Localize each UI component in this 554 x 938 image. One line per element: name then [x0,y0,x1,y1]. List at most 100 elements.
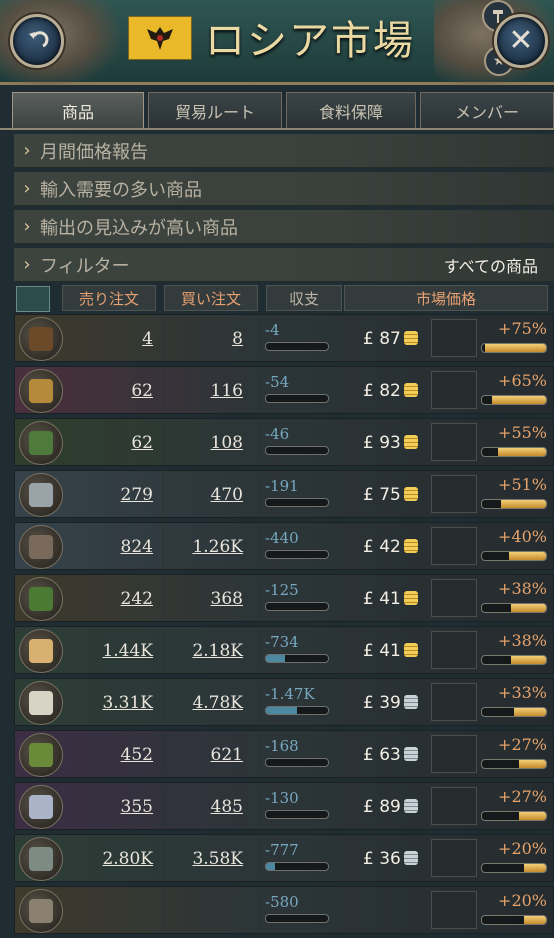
buy-orders-value[interactable]: 4.78K [165,693,243,713]
price-history-slot[interactable] [431,423,477,461]
buy-orders-value[interactable]: 1.26K [165,537,243,557]
price-change-percent: +38% [498,579,547,598]
clothes-icon[interactable] [19,681,63,725]
price-change-bar-fill [519,812,546,820]
price-change-percent: +38% [498,631,547,650]
section-export-prospects[interactable]: › 輸出の見込みが高い商品 [14,210,554,244]
sell-orders-value[interactable]: 1.44K [75,641,153,661]
sell-orders-value[interactable]: 242 [75,589,153,609]
steel-icon[interactable] [19,473,63,517]
price-change-percent: +27% [498,787,547,806]
select-all-icon[interactable] [16,286,50,312]
buy-orders-value[interactable]: 8 [165,329,243,349]
filter-value[interactable]: すべての商品 [444,253,538,277]
iron-icon[interactable] [19,525,63,569]
tab-goods[interactable]: 商品 [12,92,144,128]
tools-icon[interactable] [19,421,63,465]
close-button[interactable]: ✕ [494,14,548,68]
col-market-price[interactable]: 市場価格 [344,285,548,311]
goods-row[interactable]: 452 621 -168 £ 63 +27% [14,730,554,778]
buy-orders-value[interactable]: 2.18K [165,641,243,661]
sell-orders-value[interactable]: 279 [75,485,153,505]
goods-row[interactable]: 1.44K 2.18K -734 £ 41 +38% [14,626,554,674]
tab-members[interactable]: メンバー [420,92,554,128]
price-history-slot[interactable] [431,475,477,513]
price-history-slot[interactable] [431,527,477,565]
price-history-slot[interactable] [431,839,477,877]
paper-icon[interactable] [19,629,63,673]
column-header: 売り注文 買い注文 収支 市場価格 [14,285,554,312]
balance-cell: -46 [265,425,335,455]
goods-row[interactable]: 2.80K 3.58K -777 £ 36 +20% [14,834,554,882]
price-change-percent: +20% [498,891,547,910]
back-button[interactable] [10,14,64,68]
price-change-percent: +33% [498,683,547,702]
ammunition-icon[interactable] [19,369,63,413]
section-high-import-demand[interactable]: › 輸入需要の多い商品 [14,172,554,206]
balance-cell: -54 [265,373,335,403]
goods-row[interactable]: 3.31K 4.78K -1.47K £ 39 +33% [14,678,554,726]
goods-row[interactable]: 824 1.26K -440 £ 42 +40% [14,522,554,570]
chevron-right-icon: › [23,178,31,199]
price-change-bar-fill [508,552,546,560]
price-history-slot[interactable] [431,735,477,773]
price-history-slot[interactable] [431,683,477,721]
goods-row[interactable]: 279 470 -191 £ 75 +51% [14,470,554,518]
section-filter[interactable]: › フィルター すべての商品 [14,248,554,282]
goods-row[interactable]: 62 108 -46 £ 93 +55% [14,418,554,466]
buy-orders-value[interactable]: 368 [165,589,243,609]
buy-orders-value[interactable]: 485 [165,797,243,817]
col-sell-orders[interactable]: 売り注文 [62,285,156,311]
sell-orders-value[interactable]: 824 [75,537,153,557]
price-history-slot[interactable] [431,319,477,357]
col-buy-orders[interactable]: 買い注文 [164,285,258,311]
coin-icon [403,643,418,657]
sell-orders-value[interactable]: 2.80K [75,849,153,869]
tab-trade-routes[interactable]: 貿易ルート [148,92,282,128]
chevron-right-icon: › [23,254,31,275]
furniture-icon[interactable] [19,837,63,881]
goods-row[interactable]: 62 116 -54 £ 82 +65% [14,366,554,414]
balance-cell: -777 [265,841,335,871]
sell-orders-value[interactable]: 355 [75,797,153,817]
price-history-slot[interactable] [431,787,477,825]
tab-food-security[interactable]: 食料保障 [286,92,416,128]
balance-value: -1.47K [265,685,315,703]
small-arms-icon[interactable] [19,317,63,361]
price-change-bar [481,551,547,561]
goods-row[interactable]: 4 8 -4 £ 87 +75% [14,314,554,362]
buy-orders-value[interactable]: 3.58K [165,849,243,869]
goods-row[interactable]: 242 368 -125 £ 41 +38% [14,574,554,622]
goods-icon[interactable] [19,889,63,933]
sell-orders-value[interactable]: 62 [75,433,153,453]
buy-orders-value[interactable]: 470 [165,485,243,505]
sell-orders-value[interactable]: 4 [75,329,153,349]
price-value: £ 42 [363,537,401,557]
price-change-bar [481,915,547,925]
goods-row[interactable]: 355 485 -130 £ 89 +27% [14,782,554,830]
buy-orders-value[interactable]: 116 [165,381,243,401]
tobacco-icon[interactable] [19,733,63,777]
coin-icon [403,487,418,501]
balance-bar [265,810,329,819]
porcelain-icon[interactable] [19,785,63,829]
chevron-right-icon: › [23,216,31,237]
price-change-percent: +65% [498,371,547,390]
balance-bar [265,862,329,871]
col-balance[interactable]: 収支 [266,285,342,311]
price-history-slot[interactable] [431,371,477,409]
price-history-slot[interactable] [431,579,477,617]
fertilizer-icon[interactable] [19,577,63,621]
price-history-slot[interactable] [431,631,477,669]
buy-orders-value[interactable]: 621 [165,745,243,765]
buy-orders-value[interactable]: 108 [165,433,243,453]
balance-value: -777 [265,841,299,859]
coin-icon [403,383,418,397]
goods-row[interactable]: -580 +20% [14,886,554,934]
section-monthly-price-report[interactable]: › 月間価格報告 [14,134,554,168]
price-value: £ 82 [363,381,401,401]
sell-orders-value[interactable]: 62 [75,381,153,401]
sell-orders-value[interactable]: 3.31K [75,693,153,713]
sell-orders-value[interactable]: 452 [75,745,153,765]
price-history-slot[interactable] [431,891,477,929]
